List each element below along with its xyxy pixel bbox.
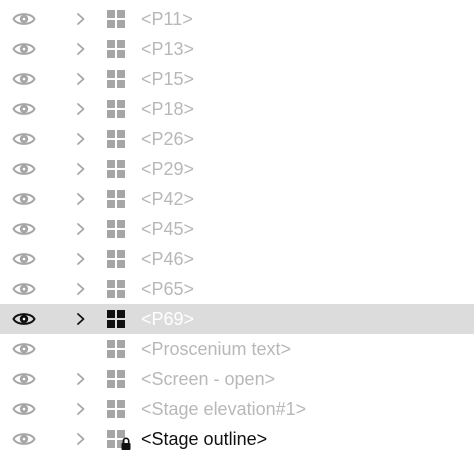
layer-label: <P65>: [141, 279, 195, 299]
eye-icon[interactable]: [12, 129, 36, 149]
grid-icon: [107, 280, 125, 298]
chevron-right-icon[interactable]: [74, 251, 88, 267]
chevron-right-icon[interactable]: [74, 101, 88, 117]
layer-row[interactable]: <P65>: [0, 274, 474, 304]
chevron-right-icon[interactable]: [74, 371, 88, 387]
grid-icon: [107, 40, 125, 58]
grid-icon: [107, 190, 125, 208]
eye-icon[interactable]: [12, 39, 36, 59]
grid-icon: [107, 130, 125, 148]
layer-row[interactable]: <Proscenium text>: [0, 334, 474, 364]
eye-icon[interactable]: [12, 399, 36, 419]
eye-icon[interactable]: [12, 429, 36, 449]
layer-label: <Screen - open>: [141, 369, 276, 389]
eye-icon[interactable]: [12, 219, 36, 239]
chevron-right-icon[interactable]: [74, 281, 88, 297]
layer-label: <Proscenium text>: [141, 339, 292, 359]
layer-label: <P18>: [141, 99, 195, 119]
layer-label: <P15>: [141, 69, 195, 89]
eye-icon[interactable]: [12, 309, 36, 329]
layer-row[interactable]: <P13>: [0, 34, 474, 64]
layer-row[interactable]: <P69>: [0, 304, 474, 334]
chevron-right-icon[interactable]: [74, 221, 88, 237]
eye-icon[interactable]: [12, 69, 36, 89]
grid-icon: [107, 370, 125, 388]
grid-icon: [107, 100, 125, 118]
grid-icon: [107, 10, 125, 28]
layer-label: <P69>: [141, 309, 195, 329]
grid-icon: [107, 310, 125, 328]
layer-row[interactable]: <Stage outline>: [0, 424, 474, 454]
lock-icon: [120, 437, 132, 450]
chevron-right-icon[interactable]: [74, 431, 88, 447]
layer-row[interactable]: <P15>: [0, 64, 474, 94]
eye-icon[interactable]: [12, 339, 36, 359]
layer-row[interactable]: <Stage elevation#1>: [0, 394, 474, 424]
grid-icon: [107, 220, 125, 238]
grid-icon: [107, 160, 125, 178]
chevron-right-icon[interactable]: [74, 41, 88, 57]
layer-row[interactable]: <Screen - open>: [0, 364, 474, 394]
eye-icon[interactable]: [12, 99, 36, 119]
eye-icon[interactable]: [12, 279, 36, 299]
eye-icon[interactable]: [12, 159, 36, 179]
layer-label: <Stage outline>: [141, 429, 268, 449]
layer-label: <P46>: [141, 249, 195, 269]
layer-row[interactable]: <P42>: [0, 184, 474, 214]
layer-label: <P13>: [141, 39, 195, 59]
layer-label: <Stage elevation#1>: [141, 399, 307, 419]
chevron-right-icon[interactable]: [74, 131, 88, 147]
layer-row[interactable]: <P45>: [0, 214, 474, 244]
eye-icon[interactable]: [12, 189, 36, 209]
chevron-right-icon[interactable]: [74, 71, 88, 87]
grid-icon: [107, 340, 125, 358]
layer-label: <P45>: [141, 219, 195, 239]
layer-label: <P26>: [141, 129, 195, 149]
layer-row[interactable]: <P46>: [0, 244, 474, 274]
layer-label: <P11>: [141, 9, 193, 29]
layer-row[interactable]: <P18>: [0, 94, 474, 124]
chevron-right-icon[interactable]: [74, 311, 88, 327]
layer-list: <P11> <P13> <P15> <P18> <P26> <P29> <P42> <P45>…: [0, 0, 474, 455]
chevron-right-icon[interactable]: [74, 11, 88, 27]
eye-icon[interactable]: [12, 369, 36, 389]
layer-row[interactable]: <P29>: [0, 154, 474, 184]
grid-icon: [107, 400, 125, 418]
eye-icon[interactable]: [12, 249, 36, 269]
layer-row[interactable]: <P26>: [0, 124, 474, 154]
chevron-right-icon[interactable]: [74, 161, 88, 177]
layer-label: <P29>: [141, 159, 195, 179]
eye-icon[interactable]: [12, 9, 36, 29]
chevron-right-icon[interactable]: [74, 401, 88, 417]
chevron-right-icon[interactable]: [74, 191, 88, 207]
grid-icon: [107, 250, 125, 268]
layer-row[interactable]: <P11>: [0, 4, 474, 34]
layer-label: <P42>: [141, 189, 195, 209]
grid-icon: [107, 70, 125, 88]
